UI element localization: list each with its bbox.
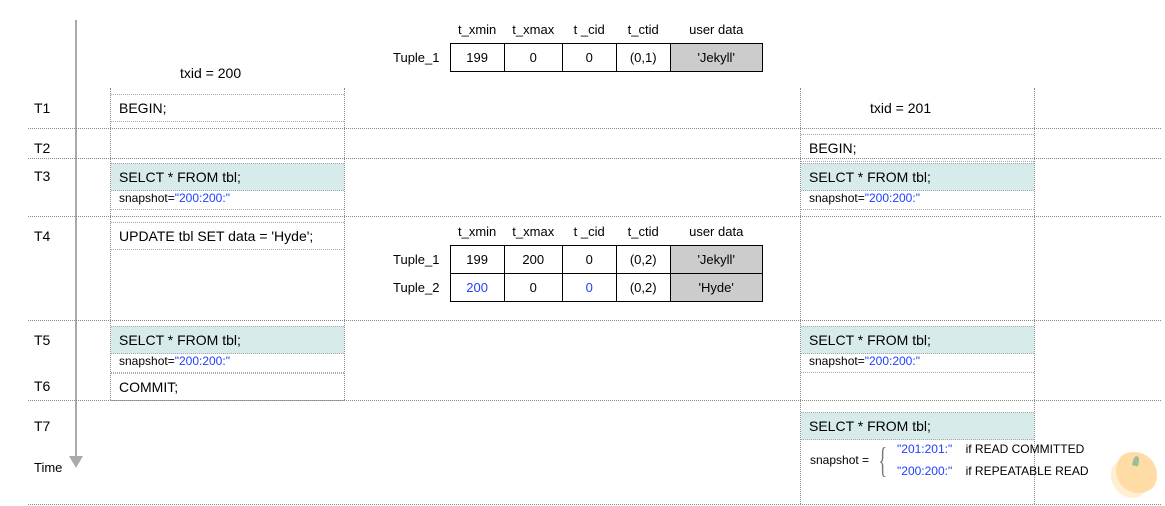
snapshot-value: "200:200:" [897,464,952,478]
cell: 199 [450,246,504,274]
snapshot-prefix: snapshot = [810,453,869,467]
cell: 0 [562,246,616,274]
stmt-select: SELCT * FROM tbl; [801,163,1034,191]
cell: 199 [450,44,504,72]
stmt-select: SELCT * FROM tbl; [111,326,344,354]
step-t5: T5 [34,332,64,348]
snapshot-line: snapshot="200:200:" [801,189,1034,210]
col-t_xmin: t_xmin [450,18,504,44]
tuple-table-after-update: t_xmin t_xmax t _cid t_ctid user data Tu… [380,220,763,302]
txn-left-label: txid = 200 [180,65,241,81]
snapshot-cases: snapshot = { "201:201:" if READ COMMITTE… [810,438,1089,482]
cell: 0 [562,44,616,72]
col-t_cid: t _cid [562,220,616,246]
snapshot-line: snapshot="200:200:" [111,352,344,373]
col-t_xmax: t_xmax [504,18,562,44]
timeline-axis [75,20,77,460]
timeline-arrowhead-icon [69,456,83,468]
cell: (0,2) [616,246,670,274]
cell: (0,2) [616,274,670,302]
col-userdata: user data [670,220,762,246]
cell: 0 [562,274,616,302]
cell: 0 [504,274,562,302]
tuple-row-label: Tuple_1 [380,44,450,72]
step-t6: T6 [34,378,64,394]
col-t_xmin: t_xmin [450,220,504,246]
col-t_cid: t _cid [562,18,616,44]
cell: 200 [504,246,562,274]
watermark-logo-icon [1111,452,1157,498]
cell-userdata: 'Jekyll' [670,44,762,72]
step-t7: T7 [34,418,64,434]
separator [28,504,1161,505]
tuple-row-label: Tuple_2 [380,274,450,302]
cell: 200 [450,274,504,302]
brace-icon: { [879,442,888,478]
snapshot-line: snapshot="200:200:" [111,189,344,210]
tuple-row: Tuple_2 200 0 0 (0,2) 'Hyde' [380,274,762,302]
tuple-row-label: Tuple_1 [380,246,450,274]
step-t1: T1 [34,100,64,116]
snapshot-value: "201:201:" [897,442,952,456]
snapshot-line: snapshot="200:200:" [801,352,1034,373]
step-t2: T2 [34,140,64,156]
cell-userdata: 'Jekyll' [670,246,762,274]
stmt-update: UPDATE tbl SET data = 'Hyde'; [111,222,344,250]
stmt-select: SELCT * FROM tbl; [801,326,1034,354]
stmt-begin: BEGIN; [801,134,1034,162]
tuple-table-initial: t_xmin t_xmax t _cid t_ctid user data Tu… [380,18,763,72]
time-label: Time [34,460,62,475]
col-t_ctid: t_ctid [616,220,670,246]
stmt-select: SELCT * FROM tbl; [111,163,344,191]
cell: (0,1) [616,44,670,72]
stmt-begin: BEGIN; [111,94,344,122]
col-t_ctid: t_ctid [616,18,670,44]
stmt-commit: COMMIT; [111,373,344,401]
cell-userdata: 'Hyde' [670,274,762,302]
txn-left-column: BEGIN; SELCT * FROM tbl; snapshot="200:2… [110,88,345,400]
col-t_xmax: t_xmax [504,220,562,246]
col-userdata: user data [670,18,762,44]
snapshot-condition: if REPEATABLE READ [966,464,1089,478]
step-t4: T4 [34,228,64,244]
cell: 0 [504,44,562,72]
tuple-row: Tuple_1 199 0 0 (0,1) 'Jekyll' [380,44,762,72]
tuple-row: Tuple_1 199 200 0 (0,2) 'Jekyll' [380,246,762,274]
stmt-select: SELCT * FROM tbl; [801,412,1034,440]
snapshot-condition: if READ COMMITTED [966,442,1085,456]
step-t3: T3 [34,168,64,184]
